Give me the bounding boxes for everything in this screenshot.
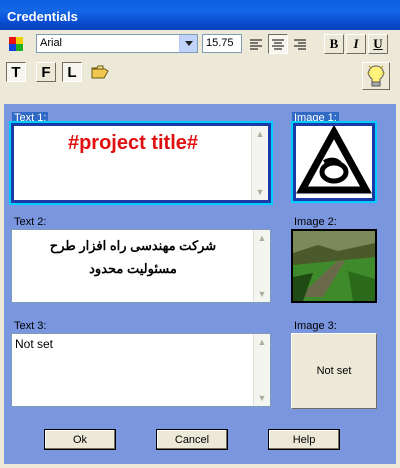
scroll-up-icon[interactable]: ▲ bbox=[252, 126, 268, 142]
cancel-label: Cancel bbox=[174, 433, 210, 446]
underline-label: U bbox=[373, 36, 383, 51]
font-size-field[interactable]: 15.75 bbox=[202, 34, 242, 53]
bold-label: B bbox=[329, 36, 339, 51]
text3-scrollbar[interactable]: ▲ ▼ bbox=[253, 334, 270, 406]
image3-label: Image 3: bbox=[294, 320, 337, 332]
ok-button[interactable]: Ok bbox=[44, 429, 116, 450]
text3-label: Text 3: bbox=[14, 320, 47, 332]
font-name-select[interactable]: Arial bbox=[36, 34, 198, 53]
italic-button[interactable]: I bbox=[346, 34, 366, 54]
window-title: Credentials bbox=[7, 9, 78, 24]
frame-tool-label: F bbox=[41, 63, 51, 81]
scroll-down-icon[interactable]: ▼ bbox=[254, 286, 270, 302]
client-area: Text 1: #project title# ▲ ▼ Image 1: Tex… bbox=[4, 104, 396, 464]
text1-box[interactable]: #project title# ▲ ▼ bbox=[9, 121, 273, 205]
bold-button[interactable]: B bbox=[324, 34, 344, 54]
image2-label: Image 2: bbox=[294, 216, 337, 228]
color-palette-icon bbox=[9, 37, 23, 51]
title-bar: Credentials bbox=[0, 0, 400, 30]
align-right-icon bbox=[294, 39, 306, 49]
text1-value: #project title# bbox=[67, 132, 199, 154]
italic-label: I bbox=[353, 36, 359, 51]
scroll-up-icon[interactable]: ▲ bbox=[254, 334, 270, 350]
scroll-down-icon[interactable]: ▼ bbox=[252, 184, 268, 200]
line-tool-label: L bbox=[67, 63, 77, 81]
image3-box[interactable]: Not set bbox=[291, 333, 377, 409]
toolbar: Arial 15.75 B I U T F L bbox=[4, 30, 396, 102]
help-label: Help bbox=[292, 433, 316, 446]
ok-label: Ok bbox=[72, 433, 88, 446]
align-center-icon bbox=[272, 39, 284, 49]
text3-box[interactable]: Not set ▲ ▼ bbox=[11, 333, 271, 407]
align-left-button[interactable] bbox=[246, 34, 266, 54]
align-right-button[interactable] bbox=[290, 34, 310, 54]
lightbulb-icon bbox=[367, 65, 385, 87]
text1-scrollbar[interactable]: ▲ ▼ bbox=[251, 126, 268, 200]
font-size-value: 15.75 bbox=[206, 37, 234, 49]
image3-value: Not set bbox=[316, 365, 352, 377]
text-tool-button[interactable]: T bbox=[6, 62, 26, 82]
image1-box[interactable] bbox=[291, 121, 377, 203]
landscape-image bbox=[293, 231, 375, 301]
text3-value: Not set bbox=[15, 337, 54, 351]
scroll-down-icon[interactable]: ▼ bbox=[254, 390, 270, 406]
text2-scrollbar[interactable]: ▲ ▼ bbox=[253, 230, 270, 302]
scroll-up-icon[interactable]: ▲ bbox=[254, 230, 270, 246]
text2-label: Text 2: bbox=[14, 216, 47, 228]
help-button[interactable]: Help bbox=[268, 429, 340, 450]
open-folder-button[interactable] bbox=[90, 62, 110, 82]
text2-line1: شرکت مهندسی راه افزار طرح bbox=[49, 238, 217, 253]
image2-box[interactable] bbox=[291, 229, 377, 303]
align-left-icon bbox=[250, 39, 262, 49]
open-folder-icon bbox=[91, 65, 109, 79]
cancel-button[interactable]: Cancel bbox=[156, 429, 228, 450]
tip-button[interactable] bbox=[362, 62, 390, 90]
text2-line2: مسئولیت محدود bbox=[89, 261, 177, 276]
align-center-button[interactable] bbox=[268, 34, 288, 54]
font-name-value: Arial bbox=[40, 37, 63, 49]
color-picker-button[interactable] bbox=[6, 34, 26, 54]
company-logo-image bbox=[296, 126, 372, 194]
chevron-down-icon[interactable] bbox=[179, 35, 197, 52]
line-tool-button[interactable]: L bbox=[62, 62, 82, 82]
underline-button[interactable]: U bbox=[368, 34, 388, 54]
text2-box[interactable]: شرکت مهندسی راه افزار طرح مسئولیت محدود … bbox=[11, 229, 271, 303]
text-tool-label: T bbox=[11, 63, 21, 81]
frame-tool-button[interactable]: F bbox=[36, 62, 56, 82]
